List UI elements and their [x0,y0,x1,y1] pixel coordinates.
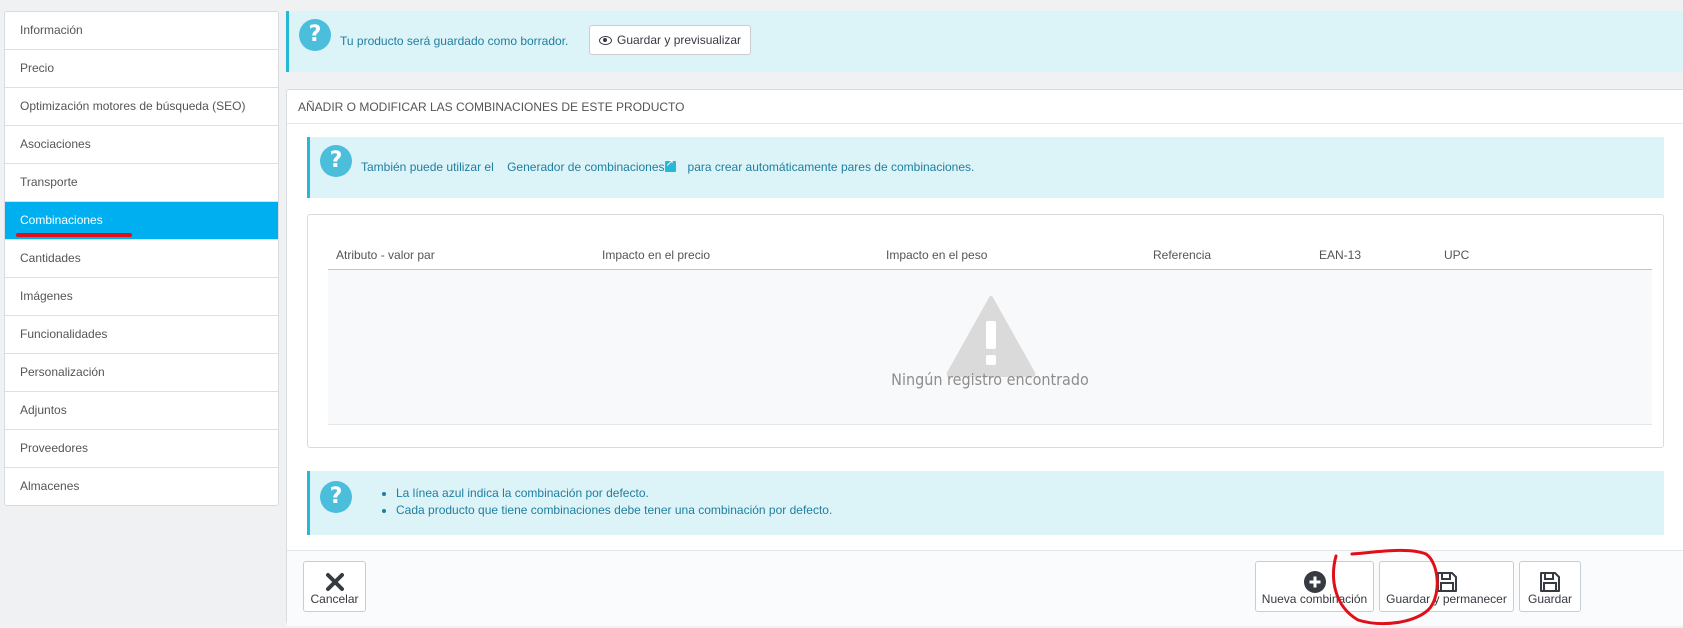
sidebar-item-label: Información [20,23,83,37]
panel-heading: AÑADIR O MODIFICAR LAS COMBINACIONES DE … [287,90,1683,124]
empty-message: Ningún registro encontrado [891,370,1089,389]
sidebar-item-informacion[interactable]: Información [5,12,278,50]
sidebar-item-label: Funcionalidades [20,327,108,341]
save-and-stay-label: Guardar y permanecer [1386,592,1507,606]
panel-footer: Cancelar Nueva combinación Guardar y per… [287,550,1683,626]
combinations-panel: AÑADIR O MODIFICAR LAS COMBINACIONES DE … [286,89,1683,626]
floppy-disk-icon [1436,572,1457,592]
generator-text-before: También puede utilizar el [361,160,494,174]
list-item: La línea azul indica la combinación por … [396,485,832,502]
question-icon: ? [299,19,331,51]
save-and-preview-button[interactable]: Guardar y previsualizar [589,25,752,55]
sidebar-item-transporte[interactable]: Transporte [5,164,278,202]
sidebar-item-label: Imágenes [20,289,73,303]
sidebar-item-seo[interactable]: Optimización motores de búsqueda (SEO) [5,88,278,126]
question-icon: ? [320,145,352,177]
column-header-weight-impact: Impacto en el peso [886,248,988,262]
close-icon [325,573,344,591]
sidebar-item-combinaciones[interactable]: Combinaciones [5,202,278,240]
panel-title: AÑADIR O MODIFICAR LAS COMBINACIONES DE … [298,100,685,114]
floppy-disk-icon [1540,572,1560,592]
product-tabs-sidebar: Información Precio Optimización motores … [4,11,279,506]
sidebar-item-label: Personalización [20,365,105,379]
sidebar-item-proveedores[interactable]: Proveedores [5,430,278,468]
table-header: Atributo - valor par Impacto en el preci… [328,243,1652,270]
column-header-ean13: EAN-13 [1319,248,1362,262]
combinations-table: Atributo - valor par Impacto en el preci… [307,214,1664,448]
sidebar-item-label: Cantidades [20,251,81,265]
red-underline-annotation [16,233,132,237]
sidebar-item-label: Adjuntos [20,403,67,417]
new-combination-button[interactable]: Nueva combinación [1255,561,1374,612]
save-and-stay-button[interactable]: Guardar y permanecer [1379,561,1514,612]
sidebar-item-label: Optimización motores de búsqueda (SEO) [20,99,246,113]
sidebar-item-label: Proveedores [20,441,89,455]
question-icon: ? [320,481,352,513]
sidebar-item-asociaciones[interactable]: Asociaciones [5,126,278,164]
generator-link-label: Generador de combinaciones [507,160,665,174]
sidebar-item-label: Precio [20,61,55,75]
external-link-icon [664,158,676,172]
sidebar-item-cantidades[interactable]: Cantidades [5,240,278,278]
generator-alert: ? También puede utilizar el Generador de… [307,137,1664,198]
cancel-label: Cancelar [310,592,359,606]
sidebar-item-imagenes[interactable]: Imágenes [5,278,278,316]
hint-list: La línea azul indica la combinación por … [380,485,832,519]
eye-icon [599,35,612,45]
cancel-button[interactable]: Cancelar [303,561,366,612]
sidebar-item-adjuntos[interactable]: Adjuntos [5,392,278,430]
sidebar-item-funcionalidades[interactable]: Funcionalidades [5,316,278,354]
sidebar-item-label: Combinaciones [20,213,103,227]
sidebar-item-almacenes[interactable]: Almacenes [5,468,278,505]
sidebar-item-precio[interactable]: Precio [5,50,278,88]
column-header-price-impact: Impacto en el precio [602,248,711,262]
generator-link[interactable]: Generador de combinaciones [507,160,664,174]
sidebar-item-label: Asociaciones [20,137,91,151]
save-and-preview-label: Guardar y previsualizar [617,33,742,47]
plus-circle-icon [1303,571,1326,593]
column-header-upc: UPC [1444,248,1470,262]
default-combination-alert: ? La línea azul indica la combinación po… [307,471,1664,535]
generator-message: También puede utilizar el Generador de c… [361,158,975,174]
warning-icon [946,296,1036,377]
list-item: Cada producto que tiene combinaciones de… [396,502,832,519]
new-combination-label: Nueva combinación [1261,592,1368,606]
sidebar-item-personalizacion[interactable]: Personalización [5,354,278,392]
generator-text-after: para crear automáticamente pares de comb… [687,160,975,174]
draft-message: Tu producto será guardado como borrador. [340,34,569,48]
sidebar-item-label: Transporte [20,175,78,189]
save-label: Guardar [1527,592,1573,606]
column-header-reference: Referencia [1153,248,1212,262]
draft-alert: ? Tu producto será guardado como borrado… [286,11,1683,72]
sidebar-item-label: Almacenes [20,479,80,493]
empty-state: Ningún registro encontrado [328,270,1652,425]
save-button[interactable]: Guardar [1519,561,1581,612]
column-header-attribute: Atributo - valor par [336,248,435,262]
